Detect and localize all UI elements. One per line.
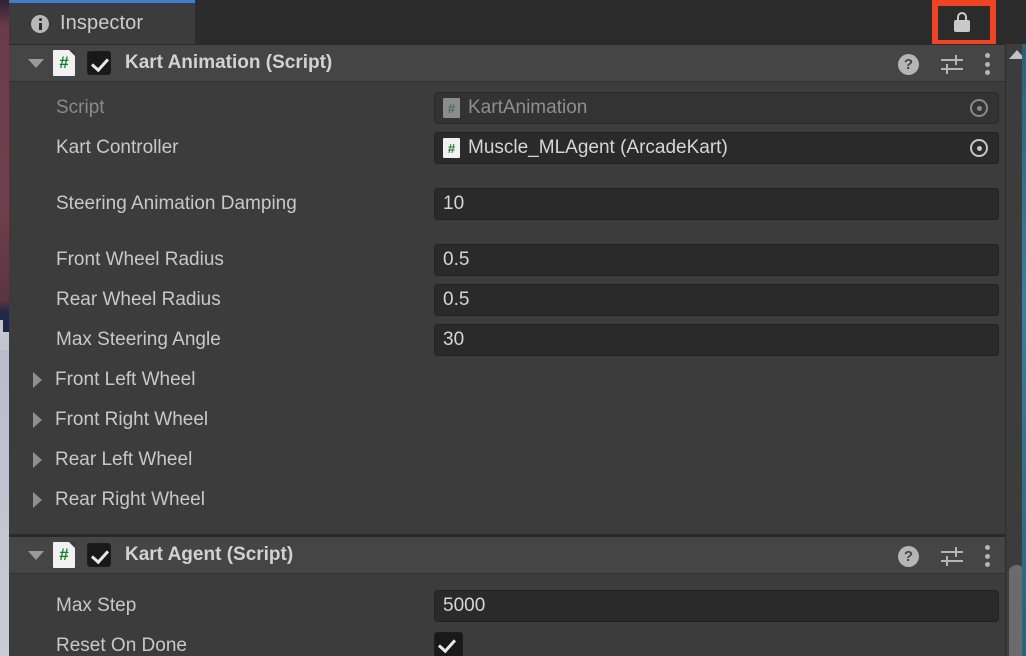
component-header-icons-kart-agent: ? bbox=[898, 537, 991, 575]
component-separator bbox=[9, 520, 1005, 536]
component-enabled-checkbox-kart-animation[interactable] bbox=[87, 51, 111, 75]
row-label-reset-on-done: Reset On Done bbox=[56, 635, 187, 656]
window-right-edge bbox=[1022, 0, 1026, 656]
scene-view-edge-detail bbox=[0, 320, 9, 350]
lock-button[interactable] bbox=[933, 2, 991, 42]
foldout-rear-left-wheel[interactable]: Rear Left Wheel bbox=[9, 440, 1005, 480]
help-icon[interactable]: ? bbox=[898, 53, 919, 75]
preset-icon[interactable] bbox=[941, 55, 963, 74]
chevron-down-icon bbox=[28, 550, 44, 560]
field-script-value: KartAnimation bbox=[468, 97, 588, 118]
component-title-kart-agent: Kart Agent (Script) bbox=[125, 544, 294, 565]
lock-icon bbox=[953, 12, 971, 32]
row-script: Script # KartAnimation bbox=[9, 88, 1005, 128]
foldout-label-front-right-wheel: Front Right Wheel bbox=[55, 409, 209, 430]
chevron-right-icon bbox=[33, 452, 42, 468]
field-script: # KartAnimation bbox=[434, 92, 999, 124]
chevron-right-icon bbox=[33, 372, 42, 388]
row-kart-controller: Kart Controller # Muscle_MLAgent (Arcade… bbox=[9, 128, 1005, 168]
row-max-step: Max Step 5000 bbox=[9, 586, 1005, 626]
foldout-front-right-wheel[interactable]: Front Right Wheel bbox=[9, 400, 1005, 440]
scene-view-sliver bbox=[0, 0, 9, 656]
row-label-max-steering-angle: Max Steering Angle bbox=[56, 329, 221, 350]
cs-script-icon-small: # bbox=[443, 138, 460, 158]
more-options-icon[interactable] bbox=[985, 545, 991, 567]
component-title-kart-animation: Kart Animation (Script) bbox=[125, 52, 333, 73]
foldout-label-front-left-wheel: Front Left Wheel bbox=[55, 369, 196, 390]
row-label-kart-controller: Kart Controller bbox=[56, 137, 179, 158]
component-foldout-kart-animation[interactable] bbox=[23, 58, 49, 68]
cs-script-icon: # bbox=[53, 542, 75, 568]
cs-script-icon: # bbox=[53, 50, 75, 76]
row-label-steering-animation-damping: Steering Animation Damping bbox=[56, 193, 297, 214]
field-max-steering-angle-value: 30 bbox=[443, 329, 465, 350]
field-steering-animation-damping[interactable]: 10 bbox=[434, 188, 999, 220]
object-picker-icon[interactable] bbox=[970, 139, 988, 157]
field-max-step-value: 5000 bbox=[443, 595, 486, 616]
inspector-body: # Kart Animation (Script) ? Script # Kar… bbox=[9, 44, 1005, 656]
component-header-kart-agent[interactable]: # Kart Agent (Script) ? bbox=[9, 536, 1005, 574]
row-label-script: Script bbox=[56, 97, 105, 118]
component-enabled-checkbox-kart-agent[interactable] bbox=[87, 543, 111, 567]
field-front-wheel-radius[interactable]: 0.5 bbox=[434, 244, 999, 276]
component-foldout-kart-agent[interactable] bbox=[23, 550, 49, 560]
row-front-wheel-radius: Front Wheel Radius 0.5 bbox=[9, 240, 1005, 280]
foldout-label-rear-right-wheel: Rear Right Wheel bbox=[55, 489, 205, 510]
component-header-icons-kart-animation: ? bbox=[898, 45, 991, 83]
field-kart-controller[interactable]: # Muscle_MLAgent (ArcadeKart) bbox=[434, 132, 999, 164]
more-options-icon[interactable] bbox=[985, 53, 991, 75]
row-label-max-step: Max Step bbox=[56, 595, 137, 616]
row-label-rear-wheel-radius: Rear Wheel Radius bbox=[56, 289, 221, 310]
field-front-wheel-radius-value: 0.5 bbox=[443, 249, 470, 270]
unity-inspector-window: Inspector # Kart Animation (Script) ? Sc… bbox=[0, 0, 1026, 656]
help-icon[interactable]: ? bbox=[898, 545, 919, 567]
row-steering-animation-damping: Steering Animation Damping 10 bbox=[9, 184, 1005, 224]
checkbox-reset-on-done[interactable] bbox=[434, 631, 463, 656]
preset-icon[interactable] bbox=[941, 547, 963, 566]
field-kart-controller-value: Muscle_MLAgent (ArcadeKart) bbox=[468, 137, 728, 158]
foldout-front-left-wheel[interactable]: Front Left Wheel bbox=[9, 360, 1005, 400]
field-rear-wheel-radius[interactable]: 0.5 bbox=[434, 284, 999, 316]
tab-inspector-label: Inspector bbox=[60, 12, 144, 34]
tab-inspector[interactable]: Inspector bbox=[9, 0, 195, 44]
tab-strip: Inspector bbox=[9, 0, 1026, 44]
component-header-kart-animation[interactable]: # Kart Animation (Script) ? bbox=[9, 44, 1005, 82]
foldout-label-rear-left-wheel: Rear Left Wheel bbox=[55, 449, 193, 470]
info-icon bbox=[31, 14, 49, 33]
field-steering-animation-damping-value: 10 bbox=[443, 193, 465, 214]
chevron-right-icon bbox=[33, 412, 42, 428]
chevron-right-icon bbox=[33, 492, 42, 508]
row-rear-wheel-radius: Rear Wheel Radius 0.5 bbox=[9, 280, 1005, 320]
row-label-front-wheel-radius: Front Wheel Radius bbox=[56, 249, 224, 270]
foldout-rear-right-wheel[interactable]: Rear Right Wheel bbox=[9, 480, 1005, 520]
row-reset-on-done: Reset On Done bbox=[9, 626, 1005, 656]
object-picker-icon[interactable] bbox=[970, 99, 988, 117]
field-max-step[interactable]: 5000 bbox=[434, 590, 999, 622]
field-rear-wheel-radius-value: 0.5 bbox=[443, 289, 470, 310]
cs-script-icon-small: # bbox=[443, 98, 460, 118]
field-max-steering-angle[interactable]: 30 bbox=[434, 324, 999, 356]
row-max-steering-angle: Max Steering Angle 30 bbox=[9, 320, 1005, 360]
chevron-down-icon bbox=[28, 58, 44, 68]
